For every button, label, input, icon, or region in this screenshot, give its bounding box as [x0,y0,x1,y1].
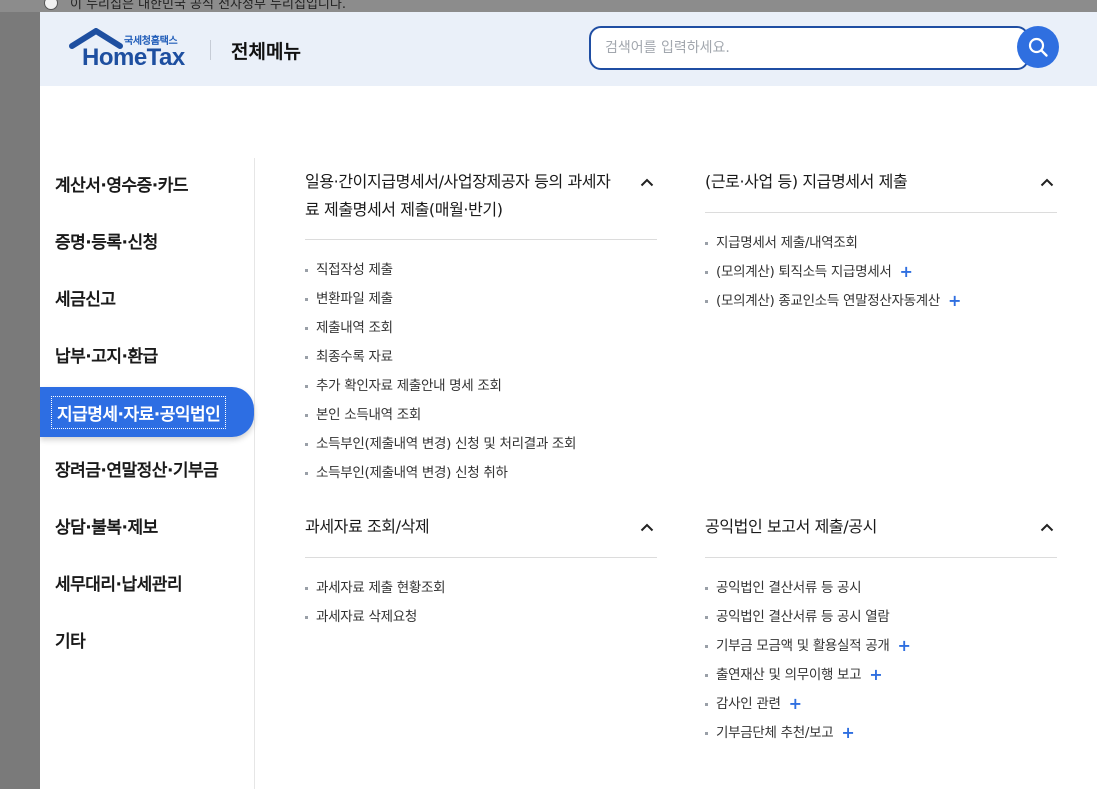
menu-link[interactable]: 변환파일 제출 [305,285,657,314]
plus-icon[interactable]: + [898,638,911,654]
search-input[interactable] [589,26,1029,70]
menu-link[interactable]: 제출내역 조회 [305,314,657,343]
section-header[interactable]: 과세자료 조회/삭제 [305,513,657,558]
header-divider [210,40,211,60]
section-header[interactable]: 일용·간이지급명세서/사업장제공자 등의 과세자료 제출명세서 제출(매월·반기… [305,168,657,240]
sidebar-item-tax-agent-management[interactable]: 세무대리·납세관리 [40,557,254,607]
page-title: 전체메뉴 [231,41,301,63]
search-button[interactable] [1017,26,1059,68]
sidebar-item-invoice-receipt-card[interactable]: 계산서·영수증·카드 [40,158,254,208]
menu-header: 국세청홈택스 HomeTax 전체메뉴 [40,12,1097,86]
menu-link[interactable]: 추가 확인자료 제출안내 명세 조회 [305,372,657,401]
plus-icon[interactable]: + [948,293,961,309]
menu-link[interactable]: 소득부인(제출내역 변경) 신청 및 처리결과 조회 [305,430,657,459]
menu-link[interactable]: 과세자료 삭제요청 [305,603,657,632]
menu-section-simplified-statement: 일용·간이지급명세서/사업장제공자 등의 과세자료 제출명세서 제출(매월·반기… [305,168,657,488]
sidebar-item-incentive-year-end-donation[interactable]: 장려금·연말정산·기부금 [40,443,254,493]
menu-link[interactable]: 과세자료 제출 현황조회 [305,574,657,603]
menu-link[interactable]: 공익법인 결산서류 등 공시 [705,574,1057,603]
menu-section-payment-statement: (근로·사업 등) 지급명세서 제출 지급명세서 제출/내역조회 (모의계산) … [705,168,1057,316]
gov-notice-bar: 이 누리집은 대한민국 공식 전자정부 누리집입니다. [0,0,1097,12]
sidebar-item-consult-appeal-report[interactable]: 상담·불복·제보 [40,500,254,550]
chevron-up-icon[interactable] [1037,517,1057,537]
section-header[interactable]: 공익법인 보고서 제출/공시 [705,513,1057,558]
sidebar-item-tax-filing[interactable]: 세금신고 [40,272,254,322]
plus-icon[interactable]: + [899,264,912,280]
chevron-up-icon[interactable] [637,172,657,192]
section-title: (근로·사업 등) 지급명세서 제출 [705,172,908,191]
menu-link[interactable]: 지급명세서 제출/내역조회 [705,229,1057,258]
sidebar-item-etc[interactable]: 기타 [40,614,254,664]
menu-section-public-corp-report: 공익법인 보고서 제출/공시 공익법인 결산서류 등 공시 공익법인 결산서류 … [705,513,1057,748]
menu-link[interactable]: 출연재산 및 의무이행 보고 + [705,661,1057,690]
section-title: 공익법인 보고서 제출/공시 [705,517,877,536]
chevron-up-icon[interactable] [637,517,657,537]
section-item-list: 과세자료 제출 현황조회 과세자료 삭제요청 [305,574,657,632]
menu-link[interactable]: (모의계산) 퇴직소득 지급명세서 + [705,258,1057,287]
sidebar-item-statement-data-public-corp[interactable]: 지급명세·자료·공익법인 [40,387,254,437]
search-icon [1028,37,1048,57]
section-item-list: 직접작성 제출 변환파일 제출 제출내역 조회 최종수록 자료 추가 확인자료 … [305,256,657,488]
menu-link[interactable]: (모의계산) 종교인소득 연말정산자동계산 + [705,287,1057,316]
full-menu-panel: 국세청홈택스 HomeTax 전체메뉴 계산서·영수증·카드 증명·등록·신청 … [40,12,1097,789]
menu-link[interactable]: 공익법인 결산서류 등 공시 열람 [705,603,1057,632]
logo-wordmark: HomeTax [82,44,185,71]
hometax-logo[interactable]: 국세청홈택스 HomeTax [68,28,190,72]
section-title: 일용·간이지급명세서/사업장제공자 등의 과세자료 제출명세서 제출(매월·반기… [305,172,611,219]
chevron-up-icon[interactable] [1037,172,1057,192]
section-item-list: 지급명세서 제출/내역조회 (모의계산) 퇴직소득 지급명세서 + (모의계산) … [705,229,1057,316]
menu-link[interactable]: 최종수록 자료 [305,343,657,372]
section-title: 과세자료 조회/삭제 [305,517,430,536]
menu-link[interactable]: 직접작성 제출 [305,256,657,285]
menu-link[interactable]: 감사인 관련 + [705,690,1057,719]
menu-link[interactable]: 소득부인(제출내역 변경) 신청 취하 [305,459,657,488]
section-header[interactable]: (근로·사업 등) 지급명세서 제출 [705,168,1057,213]
menu-section-tax-data-inquiry: 과세자료 조회/삭제 과세자료 제출 현황조회 과세자료 삭제요청 [305,513,657,632]
category-sidebar: 계산서·영수증·카드 증명·등록·신청 세금신고 납부·고지·환급 지급명세·자… [40,158,255,789]
gov-notice-text: 이 누리집은 대한민국 공식 전자정부 누리집입니다. [70,0,346,12]
plus-icon[interactable]: + [841,725,854,741]
menu-link[interactable]: 기부금단체 추천/보고 + [705,719,1057,748]
menu-link[interactable]: 기부금 모금액 및 활용실적 공개 + [705,632,1057,661]
korea-flag-icon [44,0,58,10]
sidebar-item-payment-refund[interactable]: 납부·고지·환급 [40,329,254,379]
sidebar-item-certificate-registration[interactable]: 증명·등록·신청 [40,215,254,265]
plus-icon[interactable]: + [789,696,802,712]
section-item-list: 공익법인 결산서류 등 공시 공익법인 결산서류 등 공시 열람 기부금 모금액… [705,574,1057,748]
plus-icon[interactable]: + [869,667,882,683]
menu-link[interactable]: 본인 소득내역 조회 [305,401,657,430]
